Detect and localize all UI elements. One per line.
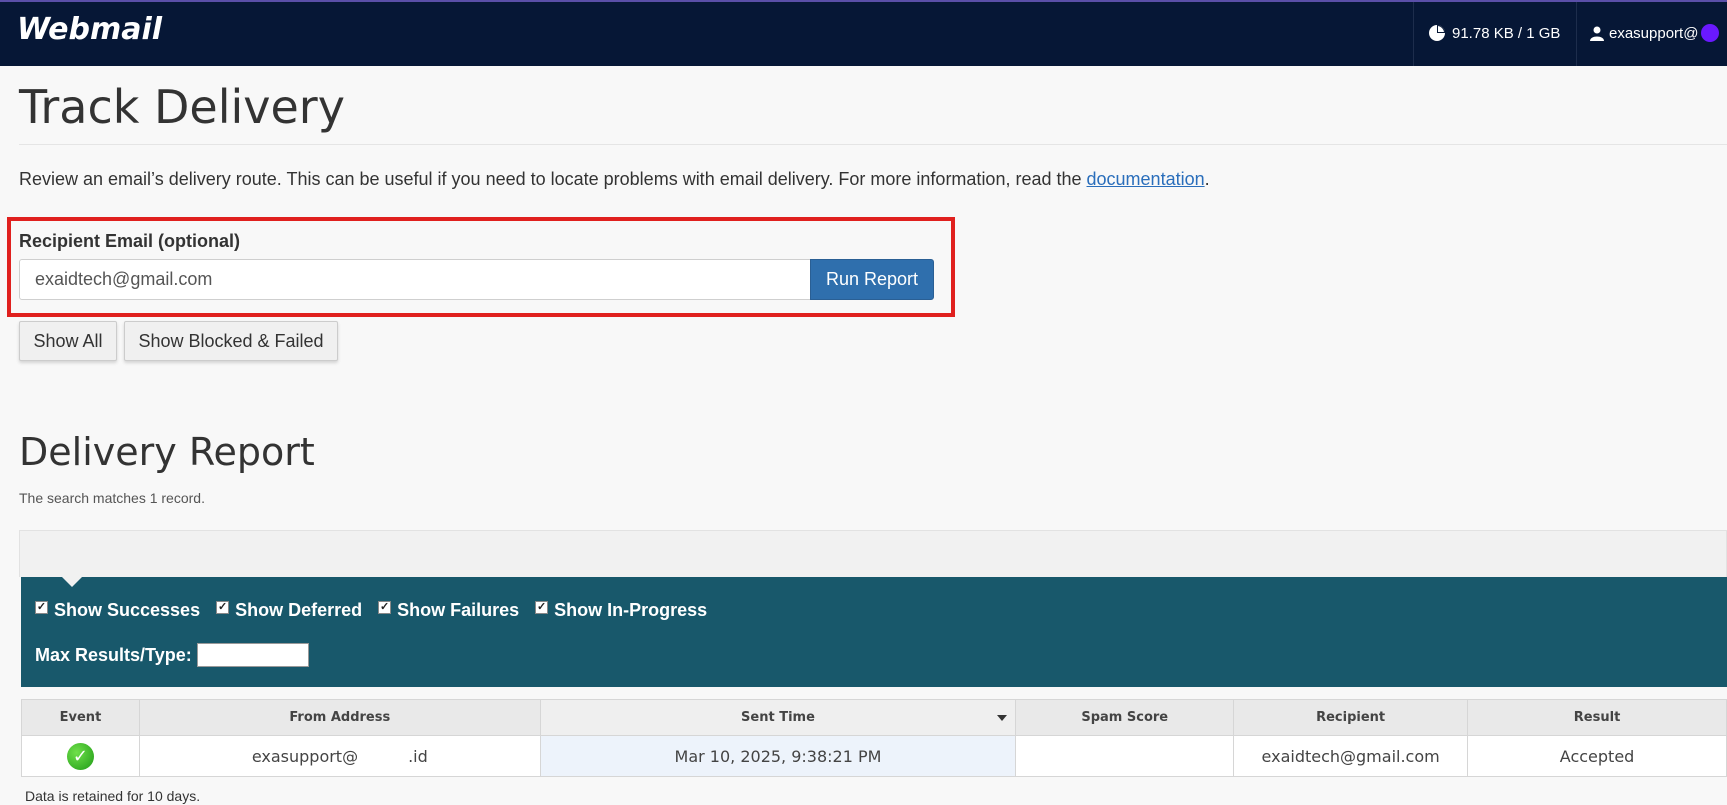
from-address-cell: exasupport@ .id <box>138 735 541 777</box>
recipient-cell: exaidtech@gmail.com <box>1233 735 1469 777</box>
sort-descending-icon <box>997 715 1008 721</box>
max-results-input[interactable] <box>196 643 309 667</box>
divider <box>19 144 1727 145</box>
match-count: The search matches 1 record. <box>19 490 205 506</box>
filter-show-successes[interactable]: ✓ Show Successes <box>35 600 200 621</box>
table-header-row: Event From Address Sent Time Spam Score … <box>21 699 1727 736</box>
divider <box>1413 2 1414 66</box>
user-menu[interactable]: exasupport@ <box>1590 24 1720 42</box>
delivery-report-table: Event From Address Sent Time Spam Score … <box>21 699 1727 777</box>
intro-end: . <box>1204 169 1210 189</box>
documentation-link[interactable]: documentation <box>1087 169 1205 189</box>
top-bar: Webmail 91.78 KB / 1 GB exasupport@ <box>0 0 1727 66</box>
table-row[interactable]: ✓ exasupport@ .id Mar 10, 2025, 9:38:21 P… <box>21 735 1727 777</box>
spam-score-cell <box>1015 735 1235 777</box>
filter-panel <box>21 577 1727 687</box>
pie-chart-icon <box>1429 25 1445 41</box>
sent-time-cell: Mar 10, 2025, 9:38:21 PM <box>539 735 1017 777</box>
column-recipient[interactable]: Recipient <box>1233 699 1469 736</box>
checkbox-checked[interactable]: ✓ <box>216 601 230 614</box>
result-cell: Accepted <box>1467 735 1727 777</box>
filter-label: Show Failures <box>397 600 520 620</box>
checkbox-checked[interactable]: ✓ <box>535 601 549 614</box>
show-all-button[interactable]: Show All <box>19 321 117 361</box>
filter-checkboxes: ✓ Show Successes ✓ Show Deferred ✓ Show Fai… <box>35 600 707 621</box>
column-sent-time-label: Sent Time <box>741 710 815 725</box>
panel-caret <box>62 577 82 587</box>
event-cell: ✓ <box>21 735 140 777</box>
redaction-mark <box>1701 24 1720 42</box>
checkbox-checked[interactable]: ✓ <box>378 601 392 614</box>
column-event[interactable]: Event <box>21 699 140 736</box>
divider <box>1576 2 1577 66</box>
checkbox-checked[interactable]: ✓ <box>35 601 48 614</box>
success-check-icon: ✓ <box>66 742 94 770</box>
quota-text: 91.78 KB / 1 GB <box>1452 24 1561 42</box>
intro-text: Review an email’s delivery route. This c… <box>19 169 1210 190</box>
filter-show-failures[interactable]: ✓ Show Failures <box>378 600 519 621</box>
column-sent-time[interactable]: Sent Time <box>539 699 1017 736</box>
filter-label: Show In-Progress <box>554 600 708 620</box>
max-results-label: Max Results/Type: <box>35 644 192 665</box>
retention-note: Data is retained for 10 days. <box>25 788 201 804</box>
filter-show-in-progress[interactable]: ✓ Show In-Progress <box>535 600 707 621</box>
disk-quota: 91.78 KB / 1 GB <box>1428 24 1560 42</box>
webmail-logo[interactable]: Webmail <box>17 12 162 47</box>
max-results: Max Results/Type: <box>35 643 309 667</box>
column-spam-score[interactable]: Spam Score <box>1015 699 1235 736</box>
user-icon <box>1590 26 1604 41</box>
column-result[interactable]: Result <box>1467 699 1727 736</box>
intro-sentence: Review an email’s delivery route. This c… <box>19 169 1087 189</box>
report-toolbar <box>19 530 1727 577</box>
redaction-mark <box>358 747 409 762</box>
show-blocked-failed-button[interactable]: Show Blocked & Failed <box>124 321 338 361</box>
filter-label: Show Deferred <box>235 600 363 620</box>
filter-show-deferred[interactable]: ✓ Show Deferred <box>216 600 362 621</box>
recipient-email-label: Recipient Email (optional) <box>19 231 241 251</box>
user-email: exasupport@ <box>1609 24 1699 42</box>
run-report-button[interactable]: Run Report <box>810 259 934 300</box>
recipient-email-input[interactable] <box>19 259 811 300</box>
report-title: Delivery Report <box>19 430 315 474</box>
from-address-prefix: exasupport@ <box>251 746 359 766</box>
page-title: Track Delivery <box>19 80 345 134</box>
filter-label: Show Successes <box>54 600 201 620</box>
from-address-suffix: .id <box>408 746 428 766</box>
column-from-address[interactable]: From Address <box>138 699 541 736</box>
